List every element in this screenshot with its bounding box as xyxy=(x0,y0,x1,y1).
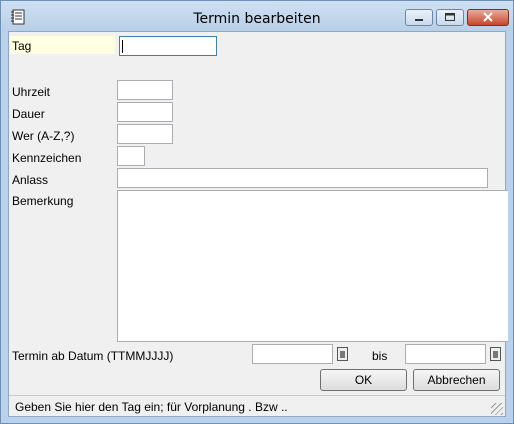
maximize-button[interactable] xyxy=(436,9,464,26)
kennzeichen-input[interactable] xyxy=(117,146,145,166)
calendar-icon[interactable] xyxy=(337,347,348,361)
kennzeichen-label: Kennzeichen xyxy=(12,151,82,165)
text-caret xyxy=(122,40,123,53)
uhrzeit-input[interactable] xyxy=(117,80,173,100)
date-range-label: Termin ab Datum (TTMMJJJJ) xyxy=(12,349,174,363)
tag-label: Tag xyxy=(12,39,32,53)
status-bar: Geben Sie hier den Tag ein; für Vorplanu… xyxy=(9,395,505,417)
close-icon xyxy=(483,12,493,22)
tag-input[interactable] xyxy=(119,36,217,56)
anlass-label: Anlass xyxy=(12,173,49,187)
close-button[interactable] xyxy=(467,9,509,26)
ok-button[interactable]: OK xyxy=(320,369,407,391)
dauer-input[interactable] xyxy=(117,102,173,122)
wer-label: Wer (A-Z,?) xyxy=(12,129,75,143)
dialog-body: Tag Uhrzeit Dauer Wer (A-Z,?) Kennzeiche… xyxy=(8,31,508,417)
dialog-window: Termin bearbeiten Tag Uhrzeit Dauer Wer … xyxy=(0,0,514,424)
status-text: Geben Sie hier den Tag ein; für Vorplanu… xyxy=(15,400,288,414)
dauer-label: Dauer xyxy=(12,107,45,121)
title-bar[interactable]: Termin bearbeiten xyxy=(1,1,513,31)
minimize-icon xyxy=(415,19,423,21)
bemerkung-textarea[interactable] xyxy=(117,190,508,342)
minimize-button[interactable] xyxy=(405,9,433,26)
date-from-input[interactable] xyxy=(252,344,333,364)
calendar-icon[interactable] xyxy=(490,347,501,361)
uhrzeit-label: Uhrzeit xyxy=(12,85,51,99)
bis-label: bis xyxy=(372,349,388,363)
cancel-button[interactable]: Abbrechen xyxy=(413,369,500,391)
wer-input[interactable] xyxy=(117,124,173,144)
resize-grip[interactable] xyxy=(491,403,503,415)
anlass-input[interactable] xyxy=(117,168,488,188)
date-to-input[interactable] xyxy=(405,344,486,364)
maximize-icon xyxy=(445,13,455,21)
bemerkung-label: Bemerkung xyxy=(12,194,74,208)
